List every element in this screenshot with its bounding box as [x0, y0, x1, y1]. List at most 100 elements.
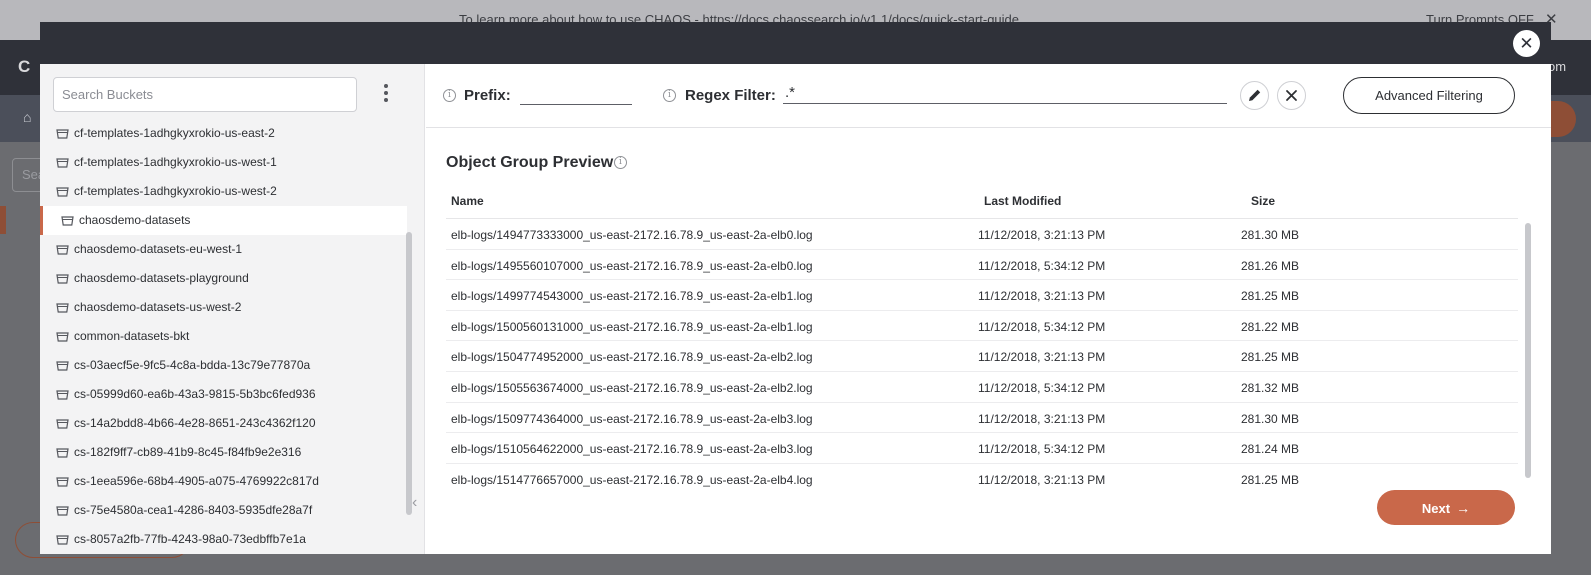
bucket-list-scrollbar[interactable]: [406, 232, 412, 515]
bucket-item[interactable]: chaosdemo-datasets-playground: [40, 264, 407, 293]
edit-button[interactable]: [1240, 81, 1269, 110]
last-modified: 11/12/2018, 3:21:13 PM: [978, 228, 1106, 242]
background-selected-accent: [0, 206, 6, 234]
object-name: elb-logs/1510564622000_us-east-2172.16.7…: [451, 442, 813, 457]
bucket-icon: [56, 332, 69, 342]
bucket-item[interactable]: cs-14a2bdd8-4b66-4e28-8651-243c4362f120: [40, 409, 407, 438]
object-name: elb-logs/1504774952000_us-east-2172.16.7…: [451, 350, 813, 365]
object-name: elb-logs/1514776657000_us-east-2172.16.7…: [451, 472, 813, 487]
home-icon[interactable]: ⌂: [23, 109, 31, 125]
object-size: 281.32 MB: [1241, 380, 1300, 395]
filter-bar: i Prefix: i Regex Filter: Advanced Filte…: [426, 64, 1551, 128]
last-modified: 11/12/2018, 5:34:12 PM: [978, 380, 1106, 395]
bucket-item[interactable]: cs-03aecf5e-9fc5-4c8a-bdda-13c79e77870a: [40, 351, 407, 380]
clear-button[interactable]: [1277, 81, 1306, 110]
bucket-item[interactable]: cf-templates-1adhgkyxrokio-us-west-2: [40, 177, 407, 206]
table-row[interactable]: elb-logs/1499774543000_us-east-2172.16.7…: [446, 280, 1518, 311]
bucket-item[interactable]: cf-templates-1adhgkyxrokio-us-east-2: [40, 119, 407, 148]
object-group-preview: Object Group Preview i Name Last Modifie…: [426, 129, 1551, 554]
object-group-modal: ✕ cf-templates-1adhgkyxrokio-us-east-2cf…: [40, 22, 1551, 554]
bucket-icon: [56, 274, 69, 284]
bucket-list: cf-templates-1adhgkyxrokio-us-east-2 cf-t…: [40, 119, 407, 554]
info-icon[interactable]: i: [443, 89, 456, 102]
last-modified: 11/12/2018, 3:21:13 PM: [978, 350, 1106, 365]
object-name: elb-logs/1494773333000_us-east-2172.16.7…: [451, 228, 813, 242]
close-icon[interactable]: ✕: [1513, 30, 1540, 57]
collapse-panel-icon[interactable]: ‹: [412, 494, 417, 512]
last-modified: 11/12/2018, 5:34:12 PM: [978, 258, 1106, 273]
bucket-name: cs-14a2bdd8-4b66-4e28-8651-243c4362f120: [74, 416, 316, 430]
bucket-name: cs-03aecf5e-9fc5-4c8a-bdda-13c79e77870a: [74, 358, 311, 372]
bucket-icon: [56, 187, 69, 197]
bucket-item[interactable]: chaosdemo-datasets: [40, 206, 407, 235]
table-row[interactable]: elb-logs/1505563674000_us-east-2172.16.7…: [446, 372, 1518, 403]
bucket-name: chaosdemo-datasets-eu-west-1: [74, 242, 243, 256]
table-row[interactable]: elb-logs/1514776657000_us-east-2172.16.7…: [446, 464, 1518, 487]
info-icon[interactable]: i: [663, 89, 676, 102]
object-name: elb-logs/1499774543000_us-east-2172.16.7…: [451, 289, 813, 304]
bucket-icon: [56, 535, 69, 545]
prefix-label: Prefix:: [464, 87, 511, 104]
bucket-item[interactable]: common-datasets-bkt: [40, 322, 407, 351]
object-size: 281.30 MB: [1241, 411, 1300, 426]
arrow-right-icon: →: [1456, 499, 1471, 516]
last-modified: 11/12/2018, 5:34:12 PM: [978, 319, 1106, 334]
bucket-item[interactable]: cs-8057a2fb-77fb-4243-98a0-73edbffb7e1a: [40, 525, 407, 554]
preview-title: Object Group Preview: [446, 154, 614, 171]
close-icon: [1286, 90, 1297, 101]
bucket-icon: [56, 245, 69, 255]
bucket-name: cf-templates-1adhgkyxrokio-us-west-2: [74, 184, 277, 198]
object-size: 281.25 MB: [1241, 350, 1300, 365]
more-options-icon[interactable]: [380, 84, 392, 106]
bucket-item[interactable]: chaosdemo-datasets-eu-west-1: [40, 235, 407, 264]
bucket-item[interactable]: cs-75e4580a-cea1-4286-8403-5935dfe28a7f: [40, 496, 407, 525]
table-row[interactable]: elb-logs/1504774952000_us-east-2172.16.7…: [446, 341, 1518, 372]
table-row[interactable]: elb-logs/1494773333000_us-east-2172.16.7…: [446, 219, 1518, 250]
bucket-name: cs-8057a2fb-77fb-4243-98a0-73edbffb7e1a: [74, 532, 306, 546]
last-modified: 11/12/2018, 3:21:13 PM: [978, 472, 1106, 487]
bucket-icon: [56, 448, 69, 458]
bucket-name: cs-182f9ff7-cb89-41b9-8c45-f84fb9e2e316: [74, 445, 302, 459]
object-size: 281.30 MB: [1241, 228, 1300, 242]
bucket-icon: [61, 216, 74, 226]
last-modified: 11/12/2018, 3:21:13 PM: [978, 411, 1106, 426]
prefix-input[interactable]: [520, 86, 632, 105]
bucket-name: cs-75e4580a-cea1-4286-8403-5935dfe28a7f: [74, 503, 313, 517]
next-button[interactable]: Next →: [1377, 490, 1515, 525]
last-modified: 11/12/2018, 3:21:13 PM: [978, 289, 1106, 304]
bucket-name: cf-templates-1adhgkyxrokio-us-east-2: [74, 126, 275, 140]
table-row[interactable]: elb-logs/1495560107000_us-east-2172.16.7…: [446, 250, 1518, 281]
column-header-last-modified: Last Modified: [984, 194, 1062, 208]
bucket-icon: [56, 158, 69, 168]
bucket-name: cs-05999d60-ea6b-43a3-9815-5b3bc6fed936: [74, 387, 316, 401]
object-size: 281.26 MB: [1241, 258, 1300, 273]
regex-filter-input[interactable]: [783, 82, 1227, 104]
next-label: Next: [1421, 500, 1451, 516]
object-name: elb-logs/1505563674000_us-east-2172.16.7…: [451, 380, 813, 395]
bucket-item[interactable]: chaosdemo-datasets-us-west-2: [40, 293, 407, 322]
bucket-name: cs-1eea596e-68b4-4905-a075-4769922c817d: [74, 474, 319, 488]
bucket-icon: [56, 390, 69, 400]
bucket-icon: [56, 477, 69, 487]
bucket-item[interactable]: cf-templates-1adhgkyxrokio-us-west-1: [40, 148, 407, 177]
table-row[interactable]: elb-logs/1500560131000_us-east-2172.16.7…: [446, 311, 1518, 342]
bucket-item[interactable]: cs-182f9ff7-cb89-41b9-8c45-f84fb9e2e316: [40, 438, 407, 467]
bucket-icon: [56, 303, 69, 313]
bucket-item[interactable]: cs-1eea596e-68b4-4905-a075-4769922c817d: [40, 467, 407, 496]
preview-scrollbar[interactable]: [1525, 223, 1531, 478]
search-buckets-input[interactable]: [53, 77, 357, 112]
bucket-name: chaosdemo-datasets-playground: [74, 271, 249, 285]
object-size: 281.22 MB: [1241, 319, 1300, 334]
table-row[interactable]: elb-logs/1510564622000_us-east-2172.16.7…: [446, 433, 1518, 464]
table-row[interactable]: elb-logs/1509774364000_us-east-2172.16.7…: [446, 403, 1518, 434]
bucket-icon: [56, 419, 69, 429]
object-size: 281.24 MB: [1241, 442, 1300, 457]
bucket-name: common-datasets-bkt: [74, 329, 190, 343]
info-icon[interactable]: i: [614, 156, 627, 169]
bucket-icon: [56, 361, 69, 371]
last-modified: 11/12/2018, 5:34:12 PM: [978, 442, 1106, 457]
object-size: 281.25 MB: [1241, 289, 1300, 304]
advanced-filtering-button[interactable]: Advanced Filtering: [1343, 77, 1515, 114]
bucket-item[interactable]: cs-05999d60-ea6b-43a3-9815-5b3bc6fed936: [40, 380, 407, 409]
bucket-name: cf-templates-1adhgkyxrokio-us-west-1: [74, 155, 277, 169]
